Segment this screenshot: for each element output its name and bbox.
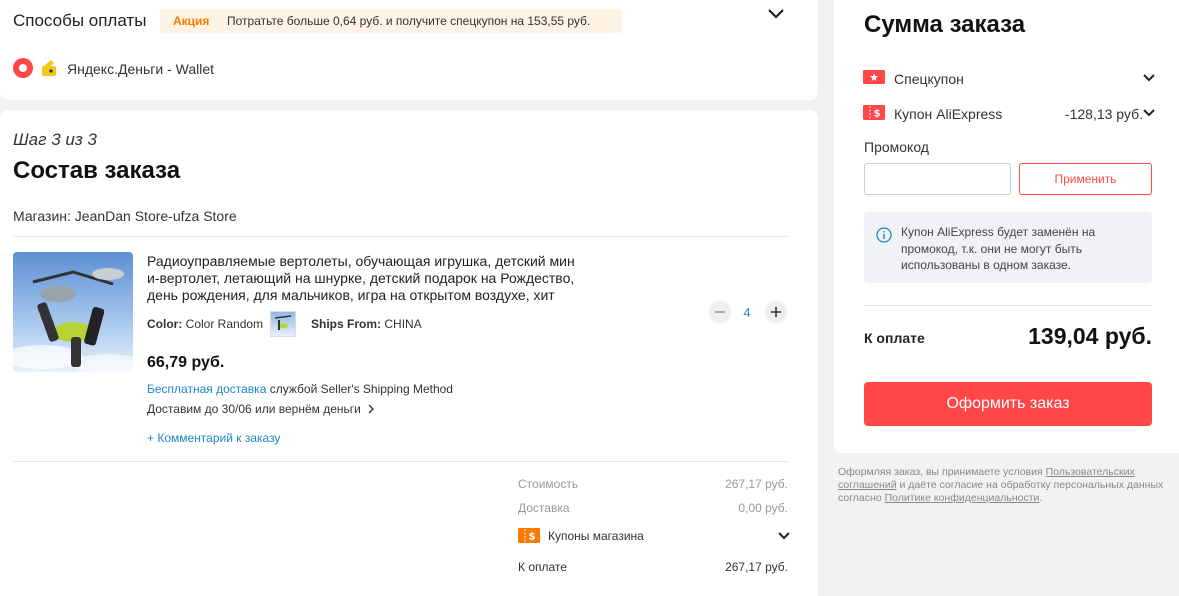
product-image[interactable]	[13, 252, 133, 372]
delivery-guarantee-text: Доставим до 30/06 или вернём деньги	[147, 402, 361, 416]
promo-banner: Акция Потратьте больше 0,64 руб. и получ…	[160, 9, 622, 33]
payment-methods-card: Способы оплаты Акция Потратьте больше 0,…	[0, 0, 818, 100]
store-name[interactable]: Магазин: JeanDan Store-ufza Store	[13, 208, 237, 224]
yandex-money-icon	[39, 58, 59, 78]
order-summary-card: Сумма заказа Спецкупон $ Купон AliExpres…	[834, 0, 1179, 453]
cost-value: 267,17 руб.	[725, 477, 788, 491]
pay-total-value: 139,04 руб.	[1028, 323, 1152, 349]
store-coupons-row[interactable]: $ Купоны магазина	[518, 526, 793, 546]
summary-total-value: 267,17 руб.	[725, 560, 788, 574]
svg-text:$: $	[529, 532, 536, 543]
legal-text: Оформляя заказ, вы принимаете условия	[838, 466, 1043, 478]
promo-badge: Акция	[173, 14, 210, 28]
summary-total-label: К оплате	[518, 560, 567, 574]
ships-from: Ships From: CHINA	[311, 317, 422, 331]
special-coupon-icon	[863, 70, 885, 84]
promo-code-label: Промокод	[864, 139, 929, 155]
coupon-info-line: промокод, т.к. они не могут быть	[901, 241, 1083, 256]
chevron-down-icon	[1143, 74, 1155, 82]
minus-icon	[715, 311, 725, 313]
coupon-info-text: Купон AliExpress будет заменён на промок…	[901, 224, 1095, 274]
quantity-value[interactable]: 4	[735, 305, 759, 320]
divider	[13, 236, 788, 237]
coupon-info-box: Купон AliExpress будет заменён на промок…	[864, 212, 1152, 283]
promo-code-input[interactable]	[864, 163, 1011, 195]
step-indicator: Шаг 3 из 3	[13, 130, 97, 149]
privacy-policy-link[interactable]: Политике конфиденциальности	[885, 492, 1040, 504]
apply-promo-button[interactable]: Применить	[1019, 163, 1152, 195]
chevron-down-icon	[768, 9, 784, 19]
coupon-info-line: использованы в одном заказе.	[901, 258, 1072, 272]
coupon-icon: $	[863, 105, 885, 120]
aliexpress-coupon-label: Купон AliExpress	[894, 106, 1003, 122]
chevron-down-icon	[1143, 109, 1155, 117]
cost-label: Стоимость	[518, 477, 579, 491]
plus-icon	[771, 307, 781, 317]
add-comment-link[interactable]: + Комментарий к заказу	[147, 431, 280, 445]
aliexpress-coupon-value: -128,13 руб.	[1064, 106, 1143, 122]
pay-total-label: К оплате	[864, 330, 925, 346]
divider	[13, 461, 788, 462]
payment-methods-title: Способы оплаты	[13, 11, 147, 30]
chevron-right-icon	[368, 404, 375, 414]
user-agreement-link[interactable]: Пользовательских	[1046, 466, 1135, 478]
delivery-guarantee[interactable]: Доставим до 30/06 или вернём деньги	[147, 402, 376, 416]
free-shipping-link[interactable]: Бесплатная доставка	[147, 382, 266, 396]
order-title: Состав заказа	[13, 157, 181, 184]
ships-from-value: CHINA	[384, 317, 422, 331]
ships-from-label: Ships From:	[311, 317, 382, 331]
payment-method-label[interactable]: Яндекс.Деньги - Wallet	[67, 61, 214, 77]
variant-thumbnail	[270, 311, 296, 337]
coupon-info-line: Купон AliExpress будет заменён на	[901, 225, 1096, 239]
product-title[interactable]: Радиоуправляемые вертолеты, обучающая иг…	[147, 253, 617, 304]
legal-text: согласно	[838, 492, 882, 504]
color-label: Color:	[147, 317, 183, 331]
special-coupon-label: Спецкупон	[894, 71, 964, 87]
special-coupon-row[interactable]: Спецкупон	[863, 68, 1155, 88]
summary-title: Сумма заказа	[864, 11, 1026, 38]
payment-method-radio[interactable]	[13, 58, 33, 78]
legal-text: и даёте согласие на обработку персональн…	[899, 479, 1164, 491]
quantity-decrease-button[interactable]	[709, 301, 731, 323]
user-agreement-link[interactable]: соглашений	[838, 479, 897, 491]
checkout-button[interactable]: Оформить заказ	[864, 382, 1152, 426]
aliexpress-coupon-row[interactable]: $ Купон AliExpress -128,13 руб.	[863, 103, 1155, 123]
product-price: 66,79 руб.	[147, 354, 225, 371]
quantity-increase-button[interactable]	[765, 301, 787, 323]
store-coupons-label: Купоны магазина	[548, 529, 644, 543]
chevron-down-icon	[778, 532, 790, 540]
payment-collapse-toggle[interactable]	[765, 3, 787, 25]
product-options: Color: Color Random	[147, 317, 263, 331]
legal-text: .	[1039, 492, 1043, 504]
shipping-info: Бесплатная доставка службой Seller's Shi…	[147, 382, 453, 396]
product-title-line: день рождения, для мальчиков, игра на от…	[147, 287, 555, 303]
svg-text:$: $	[874, 109, 881, 120]
delivery-value: 0,00 руб.	[738, 501, 788, 515]
info-icon	[876, 227, 892, 243]
product-title-line: Радиоуправляемые вертолеты, обучающая иг…	[147, 253, 575, 269]
legal-notice: Оформляя заказ, вы принимаете условия По…	[838, 466, 1176, 505]
product-title-line: и-вертолет, летающий на шнурке, детский …	[147, 270, 575, 286]
delivery-label: Доставка	[518, 501, 570, 515]
divider	[864, 305, 1152, 306]
coupon-icon: $	[518, 528, 540, 543]
color-value: Color Random	[185, 317, 264, 331]
promo-text: Потратьте больше 0,64 руб. и получите сп…	[227, 14, 591, 28]
order-contents-card: Шаг 3 из 3 Состав заказа Магазин: JeanDa…	[0, 110, 818, 596]
shipping-method: службой Seller's Shipping Method	[269, 382, 453, 396]
